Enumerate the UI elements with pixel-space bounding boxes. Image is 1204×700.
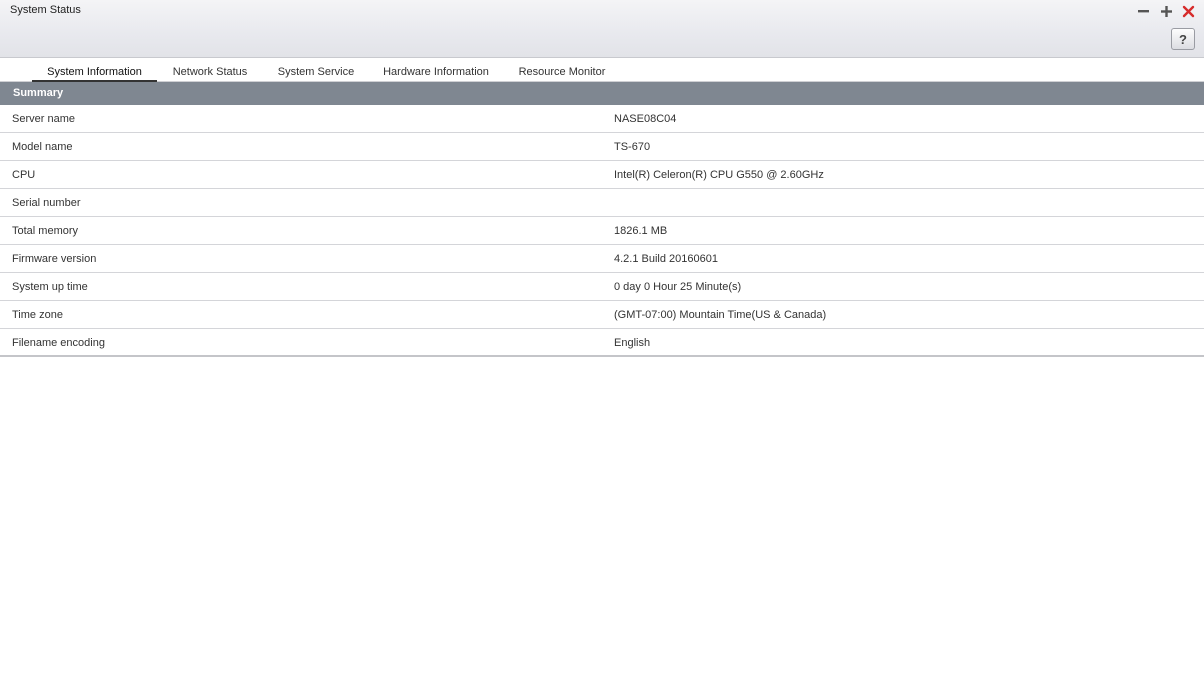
row-label: Total memory bbox=[12, 225, 79, 237]
summary-table: Server name NASE08C04 Model name TS-670 … bbox=[0, 105, 1204, 357]
tab-network-status[interactable]: Network Status bbox=[168, 58, 252, 82]
row-value: (GMT-07:00) Mountain Time(US & Canada) bbox=[614, 309, 827, 321]
table-row: Model name TS-670 bbox=[0, 133, 1204, 161]
close-icon bbox=[1182, 5, 1194, 17]
table-row: Serial number bbox=[0, 189, 1204, 217]
tab-resource-monitor[interactable]: Resource Monitor bbox=[514, 58, 610, 82]
row-label: Filename encoding bbox=[12, 337, 105, 349]
tab-hardware-information[interactable]: Hardware Information bbox=[378, 58, 494, 82]
tab-bar: System Information Network Status System… bbox=[0, 58, 1204, 82]
row-label: System up time bbox=[12, 281, 88, 293]
table-row: Total memory 1826.1 MB bbox=[0, 217, 1204, 245]
row-value: 1826.1 MB bbox=[614, 225, 668, 237]
row-label: CPU bbox=[12, 169, 36, 181]
table-row: Server name NASE08C04 bbox=[0, 105, 1204, 133]
tab-system-service[interactable]: System Service bbox=[272, 58, 360, 82]
close-button[interactable] bbox=[1179, 2, 1197, 20]
maximize-button[interactable] bbox=[1157, 2, 1175, 20]
maximize-icon bbox=[1160, 5, 1172, 17]
table-row: Time zone (GMT-07:00) Mountain Time(US &… bbox=[0, 301, 1204, 329]
summary-header: Summary bbox=[0, 82, 1204, 105]
help-icon: ? bbox=[1179, 31, 1187, 47]
table-row: Firmware version 4.2.1 Build 20160601 bbox=[0, 245, 1204, 273]
row-label: Time zone bbox=[12, 309, 63, 321]
row-value: NASE08C04 bbox=[614, 113, 677, 125]
table-row: Filename encoding English bbox=[0, 329, 1204, 357]
row-label: Server name bbox=[12, 113, 75, 125]
system-status-window: System Status ? System Information Netwo… bbox=[0, 0, 1204, 700]
table-row: CPU Intel(R) Celeron(R) CPU G550 @ 2.60G… bbox=[0, 161, 1204, 189]
tab-system-information[interactable]: System Information bbox=[32, 58, 157, 82]
minimize-button[interactable] bbox=[1134, 2, 1152, 20]
row-value: English bbox=[614, 337, 651, 349]
row-value: Intel(R) Celeron(R) CPU G550 @ 2.60GHz bbox=[614, 169, 824, 181]
window-title: System Status bbox=[10, 4, 81, 16]
row-label: Model name bbox=[12, 141, 73, 153]
title-bar: System Status ? bbox=[0, 0, 1204, 58]
row-value: 0 day 0 Hour 25 Minute(s) bbox=[614, 281, 742, 293]
row-label: Serial number bbox=[12, 197, 81, 209]
table-row: System up time 0 day 0 Hour 25 Minute(s) bbox=[0, 273, 1204, 301]
row-value: 4.2.1 Build 20160601 bbox=[614, 253, 718, 265]
minimize-icon bbox=[1137, 9, 1149, 12]
row-value: TS-670 bbox=[614, 141, 651, 153]
row-label: Firmware version bbox=[12, 253, 97, 265]
help-button[interactable]: ? bbox=[1171, 28, 1195, 50]
